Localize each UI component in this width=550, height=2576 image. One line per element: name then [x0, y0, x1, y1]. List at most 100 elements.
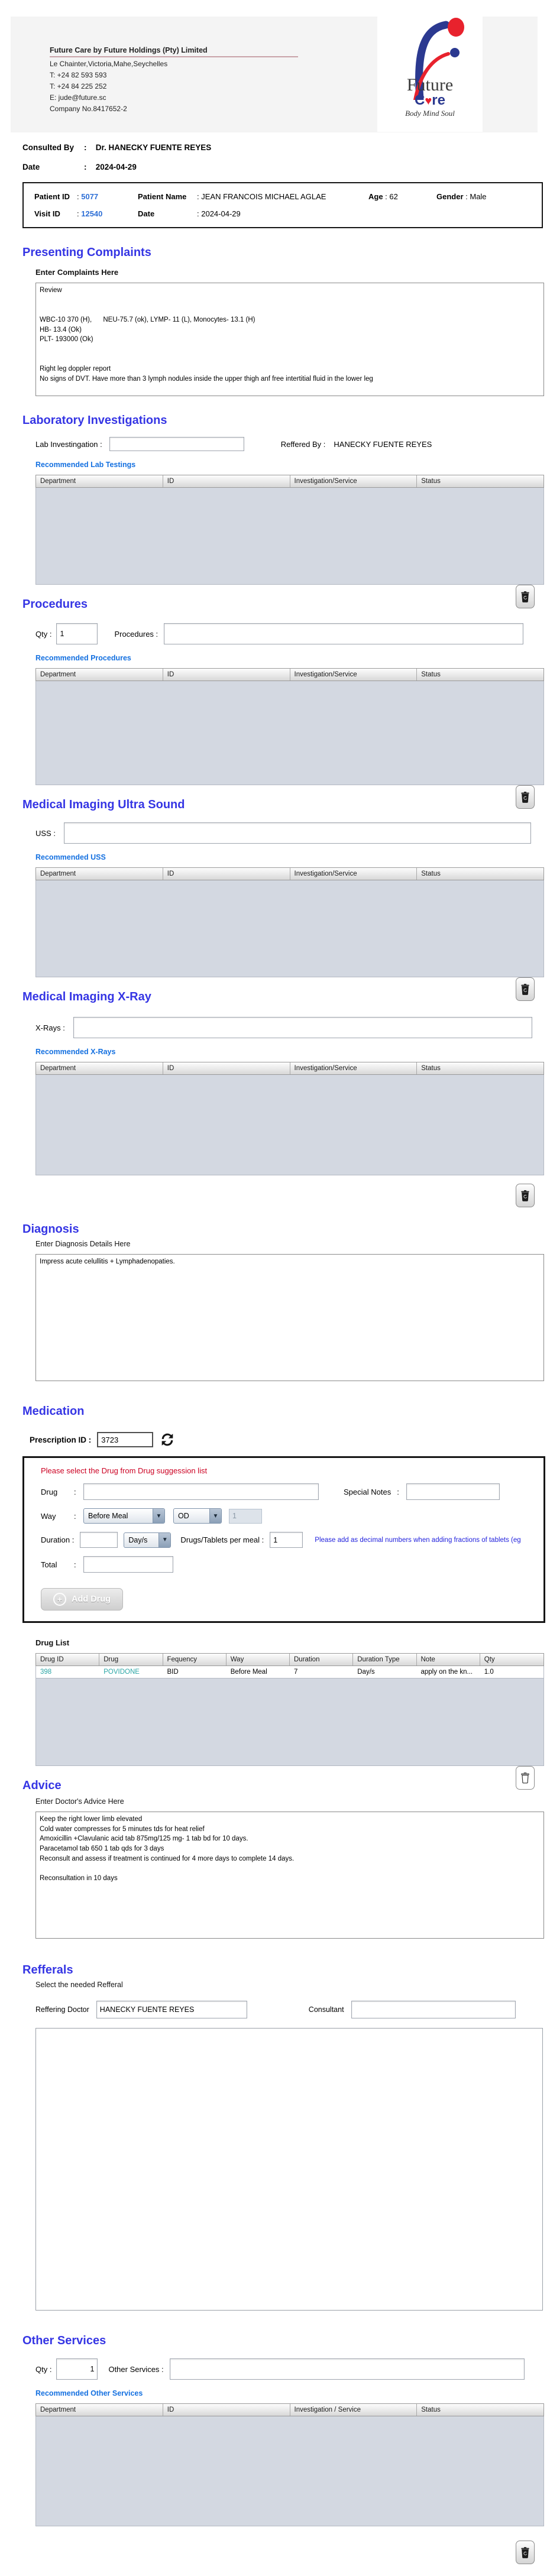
way-frequency-select[interactable]: OD ▼: [173, 1508, 222, 1524]
duration-input[interactable]: [80, 1532, 118, 1548]
consultant-label: Consultant: [308, 2005, 344, 2014]
prescription-id-label: Prescription ID :: [30, 1435, 92, 1444]
diagnosis-textarea[interactable]: Impress acute celullitis + Lymphadenopat…: [35, 1254, 544, 1381]
consulted-by-value: Dr. HANECKY FUENTE REYES: [95, 143, 212, 152]
uss-col-status[interactable]: Status: [417, 868, 543, 880]
other-col-status[interactable]: Status: [417, 2404, 543, 2416]
drug-col-note[interactable]: Note: [417, 1654, 480, 1666]
uss-list[interactable]: [35, 880, 544, 977]
complaints-textarea[interactable]: Review WBC-10 370 (H), NEU-75.7 (ok), LY…: [35, 283, 544, 396]
advice-sub-label: Enter Doctor's Advice Here: [35, 1797, 124, 1806]
ultrasound-title: Medical Imaging Ultra Sound: [22, 798, 185, 811]
xray-col-status[interactable]: Status: [417, 1062, 543, 1074]
uss-input[interactable]: [63, 822, 531, 844]
drug-col-qty[interactable]: Qty: [480, 1654, 543, 1666]
delete-drug-icon[interactable]: [516, 1766, 535, 1790]
procedures-input[interactable]: [164, 623, 524, 644]
xray-col-department[interactable]: Department: [36, 1062, 163, 1074]
drug-col-way[interactable]: Way: [227, 1654, 290, 1666]
total-label: Total: [41, 1560, 57, 1569]
drug-table-row[interactable]: 398 POVIDONE BID Before Meal 7 Day/s app…: [35, 1666, 544, 1679]
way-label: Way: [41, 1511, 56, 1521]
xray-col-id[interactable]: ID: [163, 1062, 290, 1074]
laboratory-investigations-title: Laboratory Investigations: [22, 414, 167, 427]
drug-col-drug[interactable]: Drug: [99, 1654, 163, 1666]
drug-col-frequency[interactable]: Fequency: [163, 1654, 227, 1666]
delete-procedure-icon[interactable]: [516, 785, 535, 809]
trash-outline-icon: [521, 1773, 529, 1784]
delete-lab-testing-icon[interactable]: [516, 585, 535, 608]
proc-col-investigation[interactable]: Investigation/Service: [290, 669, 418, 681]
special-notes-input[interactable]: [406, 1483, 500, 1500]
delete-xray-icon[interactable]: [516, 1184, 535, 1207]
recommended-procedures-label: Recommended Procedures: [35, 654, 131, 662]
chevron-down-icon: ▼: [158, 1532, 171, 1547]
refresh-prescription-icon[interactable]: [159, 1431, 176, 1448]
drug-list-empty-area[interactable]: [35, 1679, 544, 1766]
reffering-doctor-input[interactable]: [96, 2001, 247, 2018]
procedures-qty-input[interactable]: [56, 623, 98, 644]
procedures-qty-label: Qty :: [35, 629, 52, 639]
drug-input[interactable]: [83, 1483, 319, 1500]
xray-list[interactable]: [35, 1075, 544, 1175]
drug-col-duration[interactable]: Duration: [290, 1654, 354, 1666]
lab-investigation-label: Lab Investingation :: [35, 439, 102, 449]
procedures-list[interactable]: [35, 681, 544, 785]
prescription-id-input[interactable]: [97, 1432, 154, 1447]
proc-col-id[interactable]: ID: [163, 669, 290, 681]
refferals-title: Refferals: [22, 1963, 73, 1976]
consultant-input[interactable]: [351, 2001, 516, 2018]
consulted-by-row: Consulted By: Dr. HANECKY FUENTE REYES: [22, 143, 212, 152]
patient-id-value: 5077: [81, 192, 99, 201]
visit-date-label: Date: [138, 209, 155, 218]
drug-name-cell[interactable]: POVIDONE: [99, 1666, 163, 1678]
trash-icon: [521, 984, 529, 995]
advice-title: Advice: [22, 1779, 62, 1792]
total-input[interactable]: [83, 1556, 173, 1573]
drug-col-id[interactable]: Drug ID: [36, 1654, 100, 1666]
other-services-list[interactable]: [35, 2416, 544, 2526]
drug-duration-cell: 7: [294, 1668, 298, 1676]
delete-uss-icon[interactable]: [516, 977, 535, 1001]
proc-col-department[interactable]: Department: [36, 669, 163, 681]
other-col-id[interactable]: ID: [163, 2404, 290, 2416]
drug-note-cell: apply on the kn...: [420, 1668, 473, 1676]
other-services-input[interactable]: [169, 2358, 525, 2380]
proc-col-status[interactable]: Status: [417, 669, 543, 681]
lab-col-id[interactable]: ID: [163, 475, 290, 487]
other-col-investigation[interactable]: Investigation / Service: [290, 2404, 418, 2416]
xray-col-investigation[interactable]: Investigation/Service: [290, 1062, 418, 1074]
uss-col-id[interactable]: ID: [163, 868, 290, 880]
lab-col-status[interactable]: Status: [417, 475, 543, 487]
drug-col-duration-type[interactable]: Duration Type: [353, 1654, 417, 1666]
per-meal-input[interactable]: [270, 1532, 303, 1548]
special-notes-label: Special Notes: [344, 1487, 392, 1496]
delete-other-service-icon[interactable]: [516, 2541, 535, 2564]
duration-unit-select[interactable]: Day/s ▼: [124, 1532, 172, 1548]
uss-col-department[interactable]: Department: [36, 868, 163, 880]
drug-frequency-cell: BID: [167, 1668, 179, 1676]
trash-icon: [521, 792, 529, 803]
uss-col-investigation[interactable]: Investigation/Service: [290, 868, 418, 880]
xray-label: X-Rays :: [35, 1023, 65, 1032]
duration-unit-selected: Day/s: [128, 1535, 148, 1544]
drug-id-cell[interactable]: 398: [36, 1666, 99, 1678]
other-col-department[interactable]: Department: [36, 2404, 163, 2416]
chevron-down-icon: ▼: [209, 1509, 221, 1523]
lab-col-investigation[interactable]: Investigation/Service: [290, 475, 418, 487]
refferal-sub-label: Select the needed Refferal: [35, 1981, 123, 1989]
xray-input[interactable]: [73, 1017, 532, 1038]
company-logo: Future C♥re Body Mind Soul: [377, 9, 483, 132]
advice-textarea[interactable]: Keep the right lower limb elevated Cold …: [35, 1812, 544, 1939]
lab-investigation-input[interactable]: [109, 437, 244, 451]
other-qty-input[interactable]: [56, 2358, 98, 2380]
procedures-title: Procedures: [22, 598, 88, 611]
plus-icon: +: [53, 1593, 66, 1606]
lab-testings-list[interactable]: [35, 488, 544, 585]
trash-icon: [521, 2547, 529, 2558]
logo-tagline: Body Mind Soul: [405, 109, 455, 118]
way-meal-select[interactable]: Before Meal ▼: [83, 1508, 165, 1524]
lab-col-department[interactable]: Department: [36, 475, 163, 487]
refferal-list-box[interactable]: [35, 2028, 543, 2311]
add-drug-button[interactable]: + Add Drug: [41, 1588, 124, 1611]
